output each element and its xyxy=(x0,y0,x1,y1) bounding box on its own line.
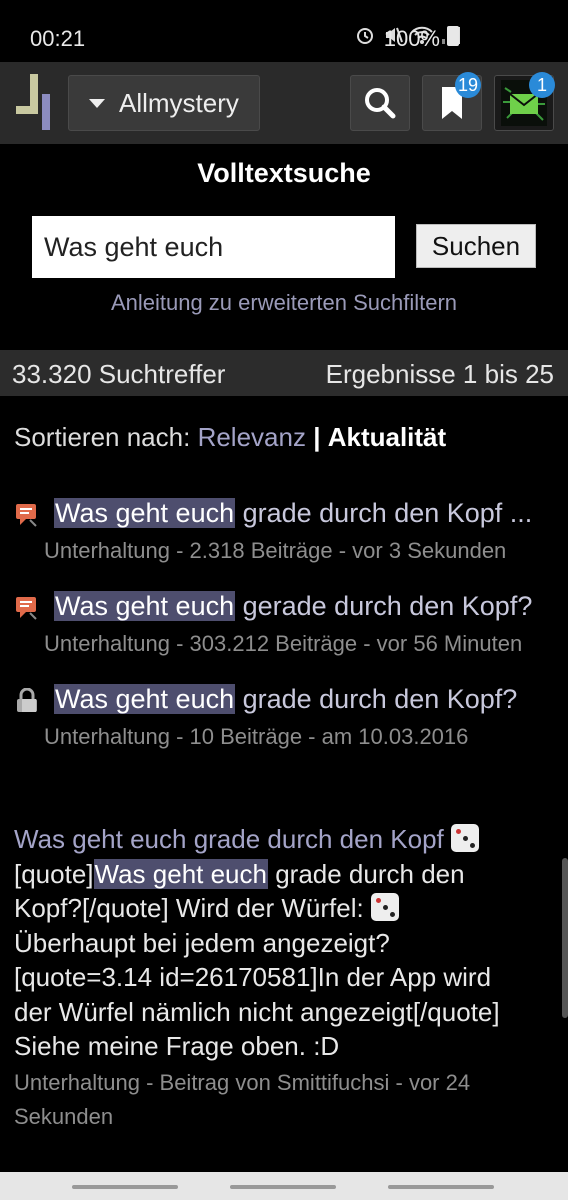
status-bar: 00:21 100% xyxy=(0,0,568,62)
results-count: 33.320 Suchtreffer xyxy=(12,359,226,389)
page-title: Volltextsuche xyxy=(197,158,371,188)
post-meta: Unterhaltung - Beitrag von Smittifuchsi … xyxy=(14,1066,564,1134)
post-result[interactable]: Was geht euch grade durch den Kopf [quot… xyxy=(14,822,564,1134)
dice-icon xyxy=(370,893,399,921)
post-body: [quote]Was geht euch grade durch den Kop… xyxy=(14,857,564,1064)
result-title-rest: grade durch den Kopf ... xyxy=(235,498,533,528)
battery-icon xyxy=(447,26,459,46)
battery-percent: 100% xyxy=(383,26,440,51)
search-button[interactable] xyxy=(350,75,410,131)
messages-badge: 1 xyxy=(529,72,555,98)
search-input[interactable] xyxy=(32,216,395,278)
sort-recency-active: Aktualität xyxy=(327,422,447,452)
result-title-highlight: Was geht euch xyxy=(54,498,236,528)
post-title[interactable]: Was geht euch grade durch den Kopf xyxy=(14,824,444,854)
result-title[interactable]: Was geht euch grade durch den Kopf? xyxy=(54,684,517,715)
chevron-down-icon xyxy=(89,98,105,108)
result-meta: Unterhaltung - 2.318 Beiträge - vor 3 Se… xyxy=(44,538,507,563)
post-body-line5: der Würfel nämlich nicht angezeigt[/quot… xyxy=(14,996,500,1027)
site-switcher-button[interactable]: Allmystery xyxy=(68,75,260,131)
result-meta: Unterhaltung - 303.212 Beiträge - vor 56… xyxy=(44,631,523,656)
result-meta: Unterhaltung - 10 Beiträge - am 10.03.20… xyxy=(44,724,469,749)
bookmarks-badge: 19 xyxy=(455,72,482,98)
sort-relevance-link[interactable]: Relevanz xyxy=(198,422,306,452)
nav-back-button[interactable] xyxy=(388,1185,494,1189)
result-title-highlight: Was geht euch xyxy=(54,684,236,714)
top-bar: Allmystery 19 1 xyxy=(0,62,568,144)
comment-icon xyxy=(16,504,37,527)
post-body-line6: Siehe meine Frage oben. :D xyxy=(14,1031,340,1061)
result-title-highlight: Was geht euch xyxy=(54,591,236,621)
post-body-line4: [quote=3.14 id=26170581]In der App wird xyxy=(14,962,492,992)
scrollbar[interactable] xyxy=(562,858,568,1018)
search-icon xyxy=(365,88,396,119)
result-title-rest: gerade durch den Kopf? xyxy=(235,591,533,621)
results-summary-bar: 33.320 Suchtreffer Ergebnisse 1 bis 25 xyxy=(0,350,568,396)
status-time: 00:21 xyxy=(30,26,86,51)
search-help-link[interactable]: Anleitung zu erweiterten Suchfiltern xyxy=(0,290,568,316)
post-body-line1: grade durch den xyxy=(267,858,465,889)
result-title-rest: grade durch den Kopf? xyxy=(235,684,518,714)
sort-separator: | xyxy=(313,422,321,452)
post-meta-line2: Sekunden xyxy=(14,1103,114,1129)
result-title[interactable]: Was geht euch gerade durch den Kopf? xyxy=(54,591,532,622)
nav-home-button[interactable] xyxy=(230,1185,336,1189)
dice-icon xyxy=(451,824,479,852)
result-title[interactable]: Was geht euch grade durch den Kopf ... xyxy=(54,498,532,529)
system-nav-bar xyxy=(0,1172,568,1200)
alarm-icon xyxy=(357,28,373,44)
messages-button[interactable]: 1 xyxy=(494,72,555,131)
lock-icon xyxy=(17,688,37,712)
post-body-quote-open: [quote] xyxy=(14,858,94,889)
site-logo[interactable] xyxy=(16,74,52,132)
results-range: Ergebnisse 1 bis 25 xyxy=(325,359,554,389)
post-body-line3: Überhaupt bei jedem angezeigt? xyxy=(14,927,390,958)
post-title-line[interactable]: Was geht euch grade durch den Kopf xyxy=(14,822,564,857)
search-submit-button[interactable]: Suchen xyxy=(416,224,536,268)
site-name: Allmystery xyxy=(119,87,239,118)
sort-label: Sortieren nach: xyxy=(14,422,191,452)
post-body-line2: Kopf?[/quote] Wird der Würfel: xyxy=(14,893,364,923)
nav-recent-button[interactable] xyxy=(72,1185,178,1189)
post-meta-line1: Unterhaltung - Beitrag von Smittifuchsi … xyxy=(14,1069,471,1095)
sort-options: Sortieren nach: Relevanz | Aktualität xyxy=(14,422,446,453)
comment-icon xyxy=(16,597,37,620)
bookmarks-button[interactable]: 19 xyxy=(422,72,482,131)
post-body-highlight: Was geht euch xyxy=(93,858,268,889)
